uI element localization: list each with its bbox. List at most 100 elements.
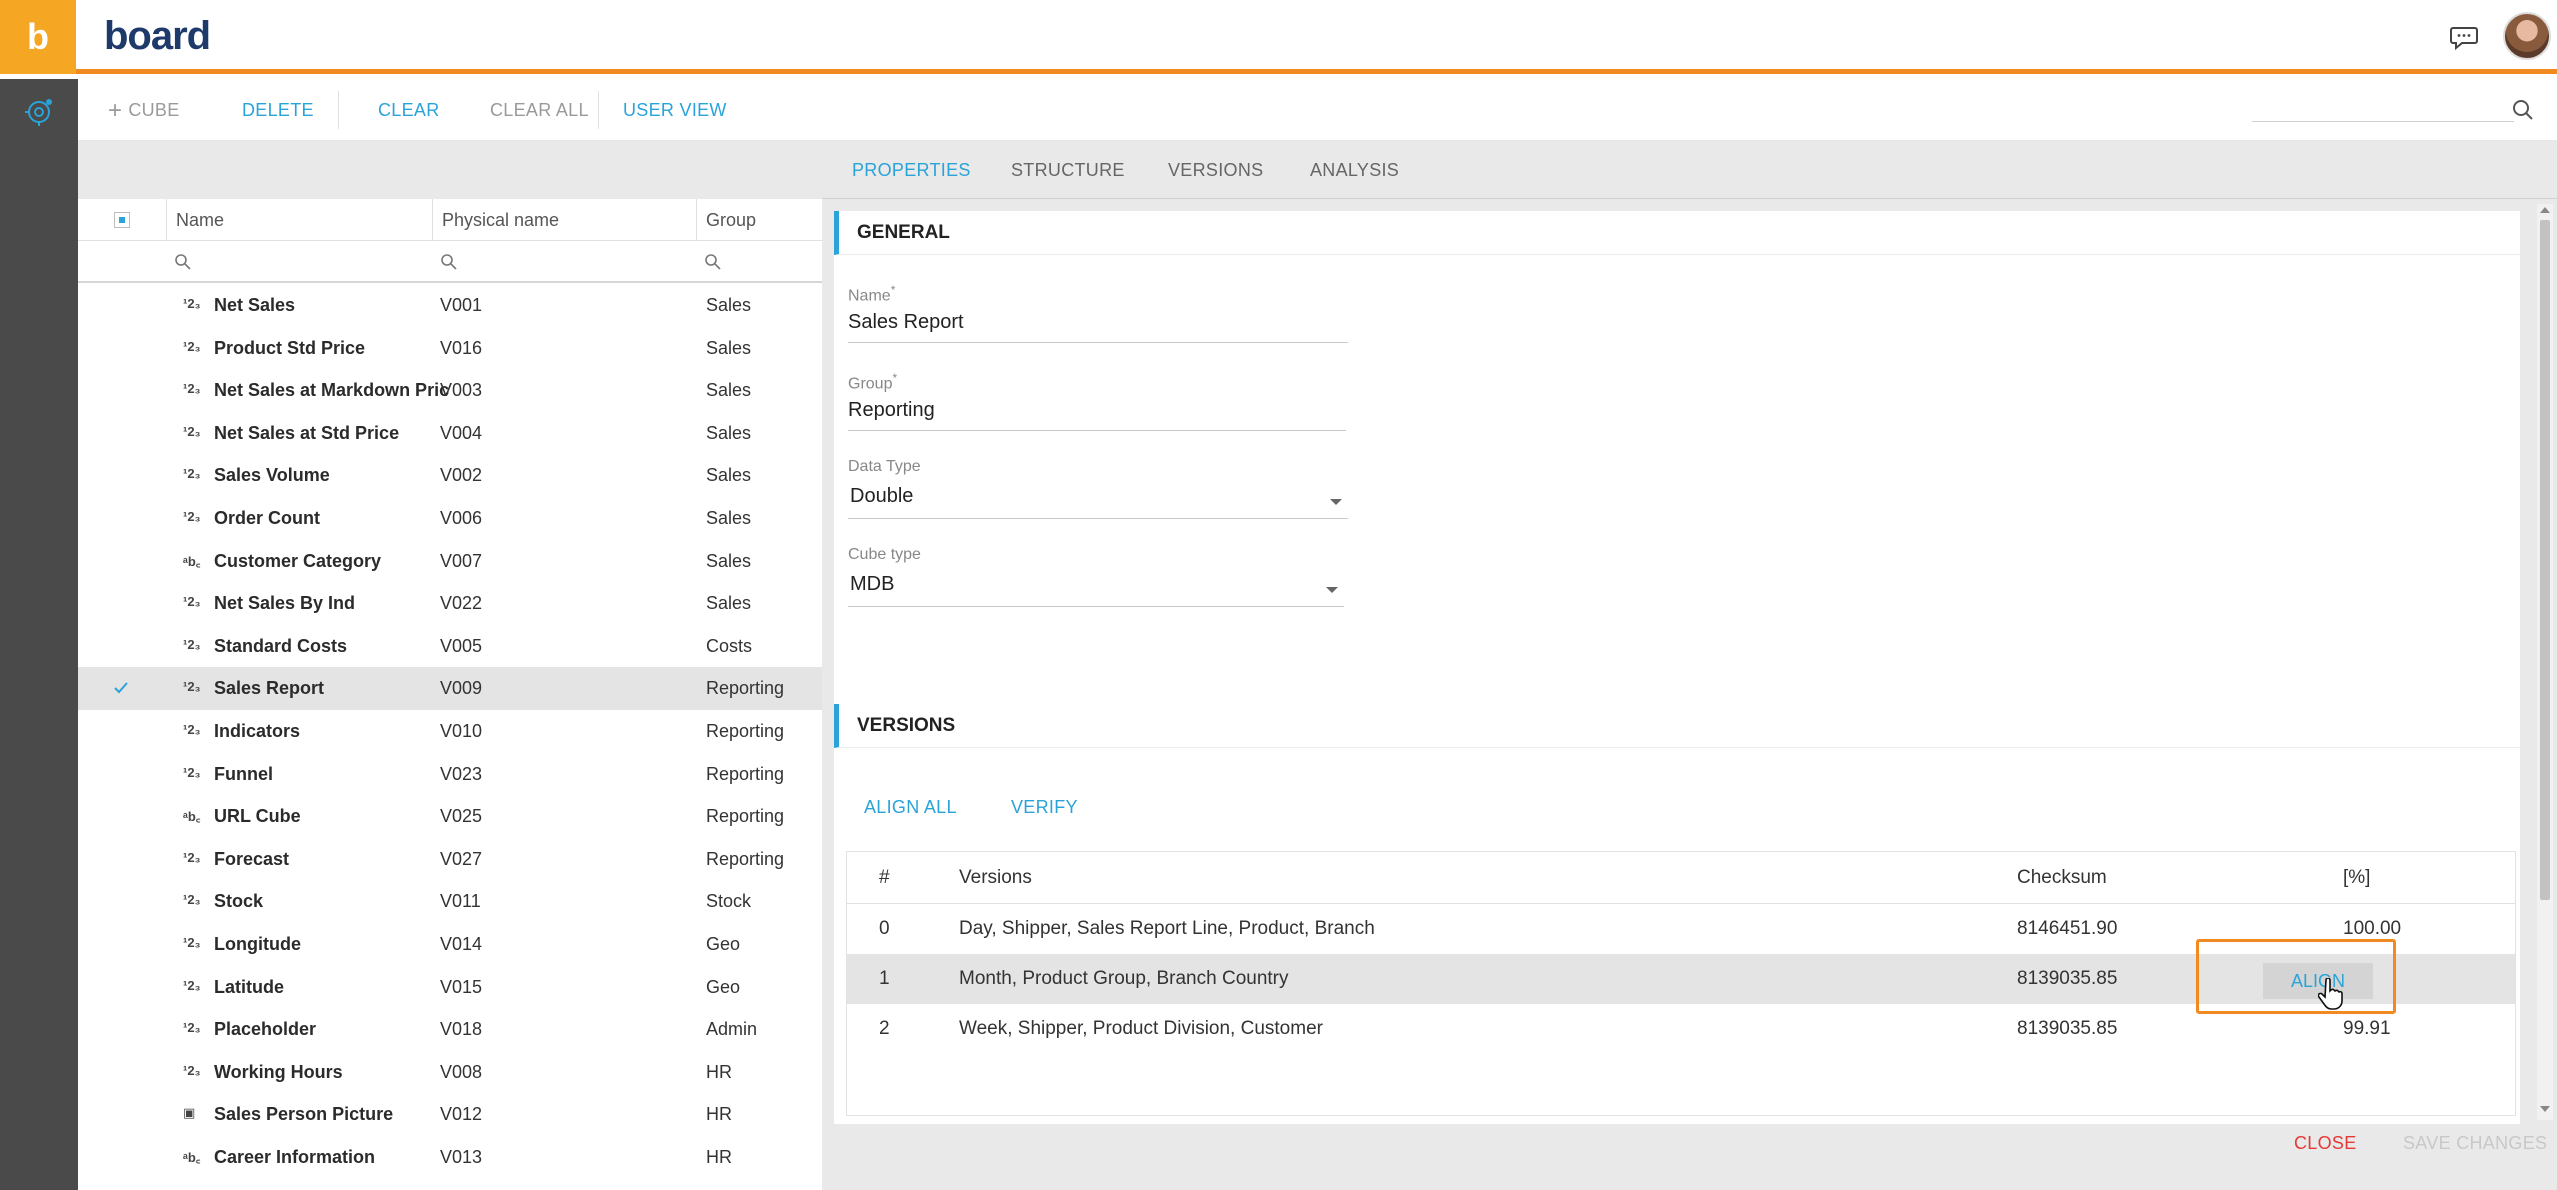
add-cube-button[interactable]: + CUBE <box>108 79 180 141</box>
column-divider <box>696 199 697 241</box>
filter-name-search-icon[interactable] <box>174 253 192 271</box>
numeric-type-icon: ¹2₃ <box>183 423 201 439</box>
numeric-type-icon: ¹2₃ <box>183 466 201 482</box>
cube-group: Sales <box>706 295 752 315</box>
numeric-type-icon: ¹2₃ <box>183 1062 201 1078</box>
cube-row[interactable]: ᵃb꜀ Career Information V013 HR <box>78 1136 822 1179</box>
cube-row[interactable]: ¹2₃ Forecast V027 Reporting <box>78 838 822 881</box>
toolbar-divider <box>338 91 339 129</box>
cube-group: HR <box>706 1104 732 1125</box>
align-all-button[interactable]: ALIGN ALL <box>864 797 957 818</box>
cubetype-select[interactable]: MDB <box>848 567 1344 607</box>
cube-group: Reporting <box>706 678 785 699</box>
search-underline <box>2252 121 2514 122</box>
cube-row[interactable]: ¹2₃ Standard Costs V005 Costs <box>78 625 822 668</box>
numeric-type-icon: ¹2₃ <box>183 636 201 652</box>
cube-physical-name: V011 <box>440 891 481 912</box>
select-all-checkbox[interactable] <box>114 212 130 228</box>
list-header-strip <box>78 141 822 199</box>
image-type-icon: ▣ <box>183 1105 196 1121</box>
name-underline <box>848 342 1348 343</box>
delete-button[interactable]: DELETE <box>242 79 314 141</box>
cube-row[interactable]: ▣ Sales Person Picture V012 HR <box>78 1093 822 1136</box>
cube-row[interactable]: ¹2₃ Working Hours V008 HR <box>78 1051 822 1094</box>
align-highlight-frame <box>2196 939 2396 1014</box>
version-dimensions: Month, Product Group, Branch Country <box>959 968 1289 989</box>
app-logo[interactable]: b <box>0 0 76 74</box>
cube-row[interactable]: ¹2₃ Stock V011 Stock <box>78 880 822 923</box>
left-rail <box>0 79 78 1190</box>
chevron-down-icon <box>1330 499 1342 505</box>
version-checksum: 8139035.85 <box>2017 968 2118 989</box>
numeric-type-icon: ¹2₃ <box>183 296 201 311</box>
cube-row[interactable]: ¹2₃ Indicators V010 Reporting <box>78 710 822 753</box>
cube-physical-name: V003 <box>440 380 483 401</box>
search-input[interactable] <box>2252 94 2508 120</box>
cube-row[interactable]: ¹2₃ Net Sales By Ind V022 Sales <box>78 582 822 625</box>
cube-group: Reporting <box>706 848 785 869</box>
tab-analysis[interactable]: ANALYSIS <box>1310 141 1399 199</box>
numeric-type-icon: ¹2₃ <box>183 977 201 993</box>
top-bar: b board <box>0 0 2557 74</box>
filter-group-search-icon[interactable] <box>704 253 722 271</box>
numeric-type-icon: ¹2₃ <box>183 679 201 695</box>
datatype-select[interactable]: Double <box>848 479 1348 519</box>
text-type-icon: ᵃb꜀ <box>183 1149 201 1165</box>
save-changes-button[interactable]: SAVE CHANGES <box>2403 1133 2547 1154</box>
cube-group: Reporting <box>706 763 785 784</box>
version-dimensions: Week, Shipper, Product Division, Custome… <box>959 1018 1323 1039</box>
cube-row[interactable]: ᵃb꜀ Customer Category V007 Sales <box>78 540 822 583</box>
version-checksum: 8146451.90 <box>2017 918 2118 939</box>
toolbar-divider <box>598 91 599 129</box>
user-avatar[interactable] <box>2503 12 2551 60</box>
cubetype-underline <box>848 606 1344 607</box>
detail-scrollbar[interactable] <box>2537 204 2553 1120</box>
cube-row[interactable]: ᵃb꜀ URL Cube V025 Reporting <box>78 795 822 838</box>
cube-row[interactable]: ¹2₃ Funnel V023 Reporting <box>78 753 822 796</box>
numeric-type-icon: ¹2₃ <box>183 764 201 780</box>
version-checksum: 8139035.85 <box>2017 1018 2118 1039</box>
cube-row[interactable]: ¹2₃ Sales Volume V002 Sales <box>78 454 822 497</box>
check-icon[interactable] <box>112 679 130 697</box>
version-dimensions: Day, Shipper, Sales Report Line, Product… <box>959 918 1375 939</box>
cube-row[interactable]: ¹2₃ Longitude V014 Geo <box>78 923 822 966</box>
text-type-icon: ᵃb꜀ <box>183 553 201 569</box>
cube-physical-name: V015 <box>440 976 483 997</box>
cube-row[interactable]: ¹2₃ Placeholder V018 Admin <box>78 1008 822 1051</box>
versions-table-header: # Versions Checksum [%] <box>847 852 2515 904</box>
cube-physical-name: V023 <box>440 763 483 784</box>
cube-group: Sales <box>706 507 752 528</box>
chat-icon[interactable] <box>2450 24 2478 50</box>
tab-properties[interactable]: PROPERTIES <box>852 141 971 199</box>
group-label: Group* <box>848 371 898 393</box>
close-button[interactable]: CLOSE <box>2294 1133 2357 1154</box>
cube-row[interactable]: ¹2₃ Order Count V006 Sales <box>78 497 822 540</box>
cube-row[interactable]: ¹2₃ Latitude V015 Geo <box>78 966 822 1009</box>
column-header-group[interactable]: Group <box>706 199 756 241</box>
column-header-name[interactable]: Name <box>176 199 224 241</box>
tab-structure[interactable]: STRUCTURE <box>1011 141 1125 199</box>
toolbar: + CUBE DELETE CLEAR CLEAR ALL USER VIEW <box>78 79 2557 141</box>
group-input[interactable] <box>848 395 1346 425</box>
numeric-type-icon: ¹2₃ <box>183 892 201 908</box>
filter-physical-search-icon[interactable] <box>440 253 458 271</box>
search-icon[interactable] <box>2512 99 2534 121</box>
clear-all-button[interactable]: CLEAR ALL <box>490 79 589 141</box>
numeric-type-icon: ¹2₃ <box>183 381 201 397</box>
cube-row[interactable]: ¹2₃ Net Sales at Markdown Pric V003 Sales <box>78 369 822 412</box>
column-header-physical-name[interactable]: Physical name <box>442 199 559 241</box>
verify-button[interactable]: VERIFY <box>1011 797 1078 818</box>
name-input[interactable] <box>848 307 1348 337</box>
cube-physical-name: V016 <box>440 337 483 358</box>
tab-versions[interactable]: VERSIONS <box>1168 141 1263 199</box>
cube-row[interactable]: ¹2₃ Net Sales V001 Sales <box>78 284 822 327</box>
user-view-button[interactable]: USER VIEW <box>623 79 727 141</box>
cube-row[interactable]: ¹2₃ Product Std Price V016 Sales <box>78 327 822 370</box>
cube-row[interactable]: ¹2₃ Sales Report V009 Reporting <box>78 667 822 710</box>
clear-button[interactable]: CLEAR <box>378 79 440 141</box>
scroll-thumb[interactable] <box>2540 220 2550 900</box>
scroll-up-icon[interactable] <box>2540 207 2550 213</box>
scroll-down-icon[interactable] <box>2540 1106 2550 1112</box>
data-model-icon[interactable] <box>22 95 56 129</box>
cube-row[interactable]: ¹2₃ Net Sales at Std Price V004 Sales <box>78 412 822 455</box>
